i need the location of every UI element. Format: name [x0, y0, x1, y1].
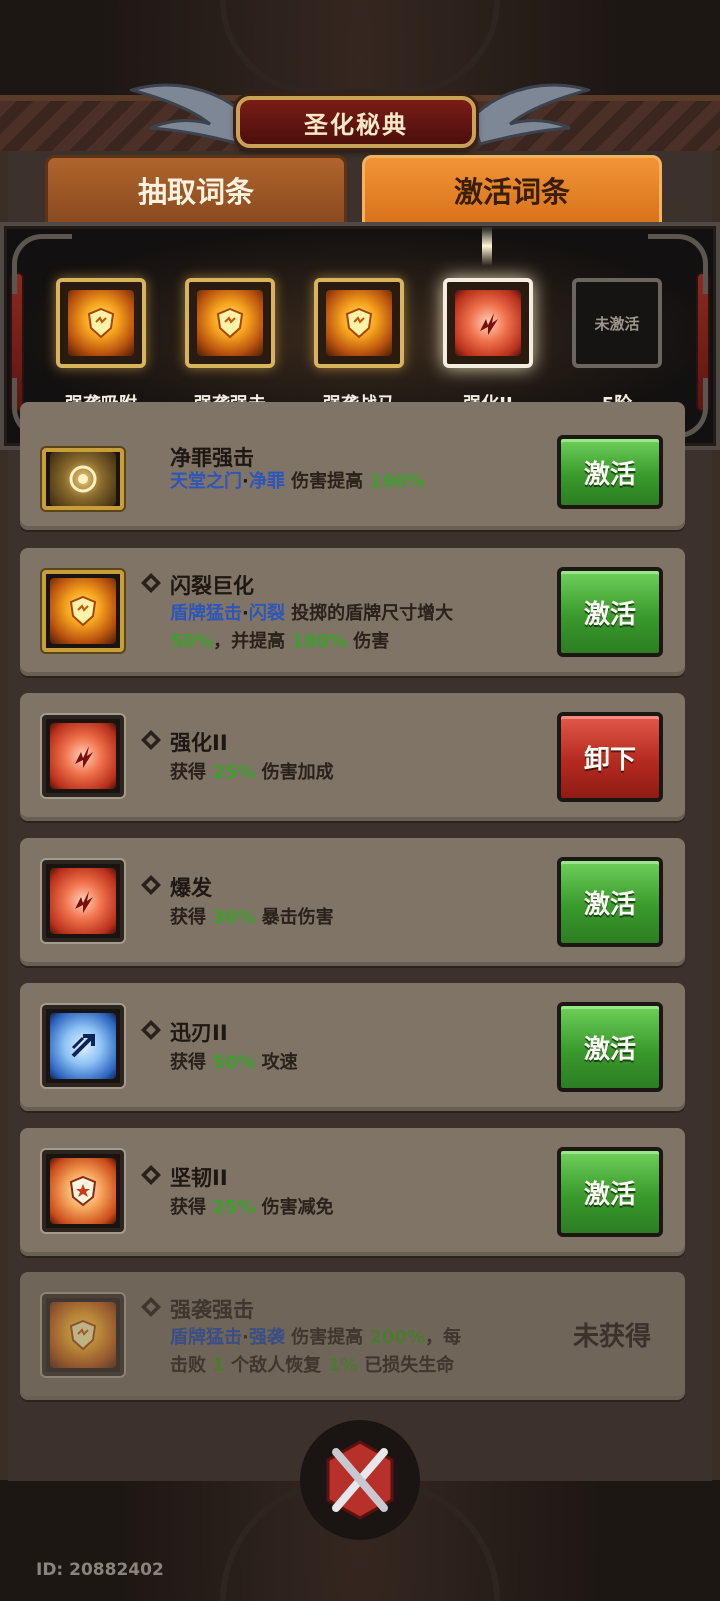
tab-activate-entries[interactable]: 激活词条 [362, 155, 662, 225]
entry-name: 迅刃II [170, 1021, 228, 1045]
entry-card: 强化II 获得 25% 伤害加成 卸下 [20, 693, 685, 821]
slot-frame [314, 278, 404, 368]
close-emblem-button[interactable] [300, 1420, 420, 1540]
entry-card: 爆发 获得 30% 暴击伤害 激活 [20, 838, 685, 966]
slot-empty-text: 未激活 [594, 314, 640, 333]
golden-shield-icon [50, 578, 116, 644]
diamond-bullet-icon [141, 875, 161, 895]
entry-icon-frame [42, 1294, 124, 1376]
slot-frame [185, 278, 275, 368]
entry-icon-frame [42, 1005, 124, 1087]
player-id: ID: 20882402 [36, 1560, 164, 1580]
entry-description: 获得 25% 伤害加成 [170, 762, 334, 783]
red-burst-icon [50, 868, 116, 934]
entry-card: 净罪强击 天堂之门·净罪 伤害提高 190% 激活 [20, 402, 685, 530]
star-shield-icon [50, 1158, 116, 1224]
entry-card: 迅刃II 获得 50% 攻速 激活 [20, 983, 685, 1111]
entry-description: 获得 30% 暴击伤害 [170, 907, 334, 928]
slot-1[interactable]: 强袭吸附 [56, 278, 146, 416]
entry-name: 强袭强击 [170, 1298, 254, 1322]
golden-shield-icon [68, 290, 134, 356]
diamond-bullet-icon [141, 730, 161, 750]
diamond-bullet-icon [141, 1165, 161, 1185]
entry-name: 闪裂巨化 [170, 574, 254, 598]
activate-button[interactable]: 激活 [557, 567, 663, 657]
page-title: 圣化秘典 [304, 110, 408, 139]
golden-shield-icon [50, 1302, 116, 1368]
right-wing-icon [470, 83, 590, 146]
tab-draw-entries[interactable]: 抽取词条 [45, 155, 347, 225]
entry-card: 闪裂巨化 盾牌猛击·闪裂 投掷的盾牌尺寸增大 50%，并提高 180% 伤害 激活 [20, 548, 685, 676]
slot-2[interactable]: 强袭强击 [185, 278, 275, 416]
entry-description: 获得 25% 伤害减免 [170, 1197, 334, 1218]
entry-description: 天堂之门·净罪 伤害提高 190% [170, 471, 425, 492]
title-banner: 圣化秘典 [236, 96, 476, 148]
blue-arrows-icon [50, 1013, 116, 1079]
red-burst-icon [455, 290, 521, 356]
entry-icon-frame [42, 448, 124, 510]
activate-button[interactable]: 激活 [557, 1002, 663, 1092]
diamond-bullet-icon [141, 1020, 161, 1040]
slot-frame [56, 278, 146, 368]
crossed-blades-icon [326, 1440, 394, 1520]
entry-description: 获得 50% 攻速 [170, 1052, 298, 1073]
slot-frame-empty: 未激活 [572, 278, 662, 368]
diamond-bullet-icon [141, 573, 161, 593]
entry-name: 强化II [170, 731, 228, 755]
entry-icon-frame [42, 570, 124, 652]
diamond-bullet-icon [141, 1297, 161, 1317]
sparkle-icon [482, 226, 492, 266]
left-wing-icon [130, 83, 250, 146]
entry-card-locked: 强袭强击 盾牌猛击·强袭 伤害提高 200%，每 击败 1 个敌人恢复 1% 已损… [20, 1272, 685, 1400]
entry-name: 爆发 [170, 876, 212, 900]
activate-button[interactable]: 激活 [557, 435, 663, 509]
not-obtained-status: 未获得 [572, 1322, 651, 1352]
slot-3[interactable]: 强袭战马 [314, 278, 404, 416]
activate-button[interactable]: 激活 [557, 857, 663, 947]
entry-icon-frame [42, 860, 124, 942]
entry-icon-frame [42, 1150, 124, 1232]
red-burst-icon [50, 723, 116, 789]
entry-name: 坚韧II [170, 1166, 228, 1190]
entry-card: 坚韧II 获得 25% 伤害减免 激活 [20, 1128, 685, 1256]
slot-5-locked[interactable]: 未激活 5阶 [572, 278, 662, 416]
entry-icon-frame [42, 715, 124, 797]
golden-shield-icon [197, 290, 263, 356]
unequip-button[interactable]: 卸下 [557, 712, 663, 802]
slot-4[interactable]: 强化II [443, 278, 533, 416]
golden-shield-icon [326, 290, 392, 356]
entry-description: 盾牌猛击·闪裂 投掷的盾牌尺寸增大 50%，并提高 180% 伤害 [170, 603, 454, 652]
entry-description: 盾牌猛击·强袭 伤害提高 200%，每 击败 1 个敌人恢复 1% 已损失生命 [170, 1327, 461, 1376]
activate-button[interactable]: 激活 [557, 1147, 663, 1237]
gold-swirl-icon [50, 452, 116, 506]
slot-frame-selected [443, 278, 533, 368]
